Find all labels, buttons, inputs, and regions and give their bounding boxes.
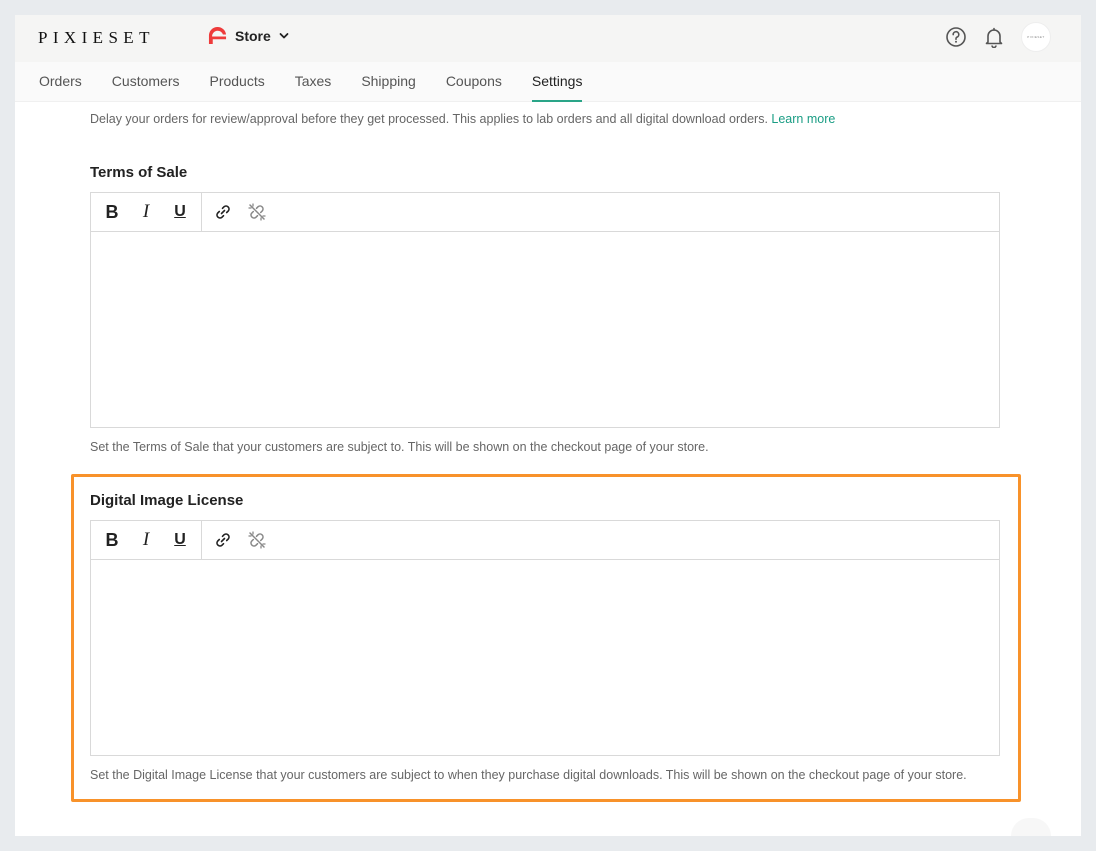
digital-image-license-input[interactable] (91, 560, 999, 755)
unlink-icon (248, 203, 266, 221)
brand-logo[interactable]: PIXIESET (38, 28, 155, 48)
unlink-icon (248, 531, 266, 549)
chat-widget-edge[interactable] (1011, 818, 1051, 836)
chevron-down-icon (279, 32, 289, 38)
terms-of-sale-title: Terms of Sale (90, 164, 188, 181)
terms-of-sale-editor: B I U (90, 192, 1000, 428)
link-button[interactable] (206, 193, 240, 232)
bell-icon[interactable] (983, 26, 1005, 48)
format-group: B I U (91, 193, 202, 231)
terms-of-sale-help: Set the Terms of Sale that your customer… (90, 440, 709, 454)
store-switcher[interactable]: Store (208, 26, 289, 45)
link-icon (216, 533, 230, 547)
tab-orders[interactable]: Orders (39, 62, 82, 102)
header-actions: PIXIESET (945, 22, 1051, 52)
store-logo-icon (208, 26, 227, 45)
bold-button[interactable]: B (95, 521, 129, 560)
question-circle-icon[interactable] (945, 26, 967, 48)
order-review-text: Delay your orders for review/approval be… (90, 112, 768, 126)
digital-image-license-editor: B I U (90, 520, 1000, 756)
digital-image-license-toolbar: B I U (91, 521, 999, 560)
top-bar: PIXIESET Store PIXIESET (15, 15, 1081, 62)
format-group: B I U (91, 521, 202, 559)
avatar-text: PIXIESET (1027, 35, 1045, 39)
tab-customers[interactable]: Customers (112, 62, 180, 102)
tab-coupons[interactable]: Coupons (446, 62, 502, 102)
terms-of-sale-input[interactable] (91, 232, 999, 427)
digital-image-license-help: Set the Digital Image License that your … (90, 768, 967, 782)
terms-of-sale-toolbar: B I U (91, 193, 999, 232)
app-window: PIXIESET Store PIXIESET Orders Customers… (15, 15, 1081, 836)
unlink-button[interactable] (240, 193, 274, 232)
link-group (202, 521, 274, 559)
store-nav: Orders Customers Products Taxes Shipping… (15, 62, 1081, 102)
store-label: Store (235, 27, 271, 44)
link-button[interactable] (206, 521, 240, 560)
italic-button[interactable]: I (129, 521, 163, 560)
tab-shipping[interactable]: Shipping (361, 62, 416, 102)
bold-button[interactable]: B (95, 193, 129, 232)
order-review-description: Delay your orders for review/approval be… (90, 112, 835, 126)
learn-more-link[interactable]: Learn more (771, 112, 835, 126)
link-group (202, 193, 274, 231)
avatar[interactable]: PIXIESET (1021, 22, 1051, 52)
underline-button[interactable]: U (163, 193, 197, 232)
tab-products[interactable]: Products (209, 62, 264, 102)
unlink-button[interactable] (240, 521, 274, 560)
underline-button[interactable]: U (163, 521, 197, 560)
tab-taxes[interactable]: Taxes (295, 62, 332, 102)
tab-settings[interactable]: Settings (531, 62, 582, 102)
digital-image-license-title: Digital Image License (90, 492, 244, 509)
link-icon (216, 205, 230, 219)
italic-button[interactable]: I (129, 193, 163, 232)
